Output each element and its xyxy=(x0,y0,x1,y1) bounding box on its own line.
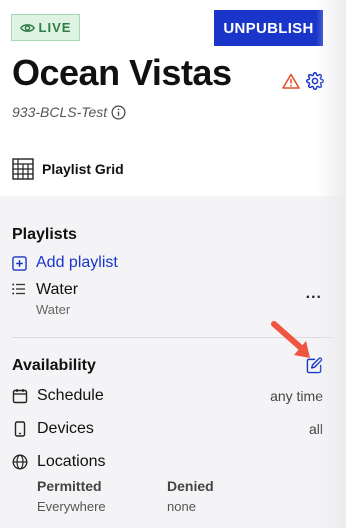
live-status-label: LIVE xyxy=(38,20,72,35)
page-title: Ocean Vistas xyxy=(12,52,232,93)
annotation-arrow-icon xyxy=(271,321,310,358)
devices-value: all xyxy=(308,421,323,437)
permitted-value: Everywhere xyxy=(37,499,106,514)
add-icon xyxy=(12,255,27,271)
locations-table-row: Everywhere none xyxy=(37,499,297,514)
subtitle-text: 933-BCLS-Test xyxy=(12,104,108,120)
player-id-subtitle: 933-BCLS-Test xyxy=(12,104,126,120)
denied-header: Denied xyxy=(167,478,214,494)
playlist-name: Water xyxy=(36,281,79,298)
unpublish-button[interactable]: UNPUBLISH xyxy=(214,10,323,46)
add-playlist-button[interactable]: Add playlist xyxy=(12,254,118,272)
playlists-heading: Playlists xyxy=(12,226,77,243)
detail-header: LIVE UNPUBLISH Ocean Vistas 933-BCLS-Tes… xyxy=(0,0,346,196)
list-icon xyxy=(12,283,25,295)
eye-icon xyxy=(19,23,35,32)
details-panel: Playlists Add playlist Water Water ... A… xyxy=(0,196,346,528)
playlist-subtitle: Water xyxy=(36,302,71,317)
locations-table-header: Permitted Denied xyxy=(37,478,297,494)
calendar-icon xyxy=(12,389,28,404)
grid-layout-icon xyxy=(12,158,34,180)
schedule-value: any time xyxy=(270,388,323,404)
devices-label: Devices xyxy=(37,420,94,437)
schedule-row[interactable]: Schedule any time xyxy=(12,385,323,407)
layout-indicator[interactable]: Playlist Grid xyxy=(12,158,124,180)
locations-table: Permitted Denied Everywhere none xyxy=(37,478,297,514)
device-icon xyxy=(14,421,26,437)
add-playlist-label: Add playlist xyxy=(36,254,118,271)
devices-row[interactable]: Devices all xyxy=(12,418,323,440)
more-options-button[interactable]: ... xyxy=(306,285,322,303)
globe-icon xyxy=(12,454,28,470)
schedule-label: Schedule xyxy=(37,387,104,404)
gear-icon[interactable] xyxy=(306,72,324,90)
denied-value: none xyxy=(167,499,196,514)
info-icon[interactable] xyxy=(111,105,126,120)
live-status-badge: LIVE xyxy=(11,14,80,41)
availability-heading: Availability xyxy=(12,357,96,374)
playlist-item[interactable]: Water Water ... xyxy=(12,280,322,320)
locations-label: Locations xyxy=(37,453,106,470)
warning-icon[interactable] xyxy=(282,73,300,89)
permitted-header: Permitted xyxy=(37,478,102,494)
layout-label: Playlist Grid xyxy=(42,161,124,177)
edit-icon[interactable] xyxy=(306,357,323,374)
locations-row[interactable]: Locations xyxy=(12,451,323,473)
